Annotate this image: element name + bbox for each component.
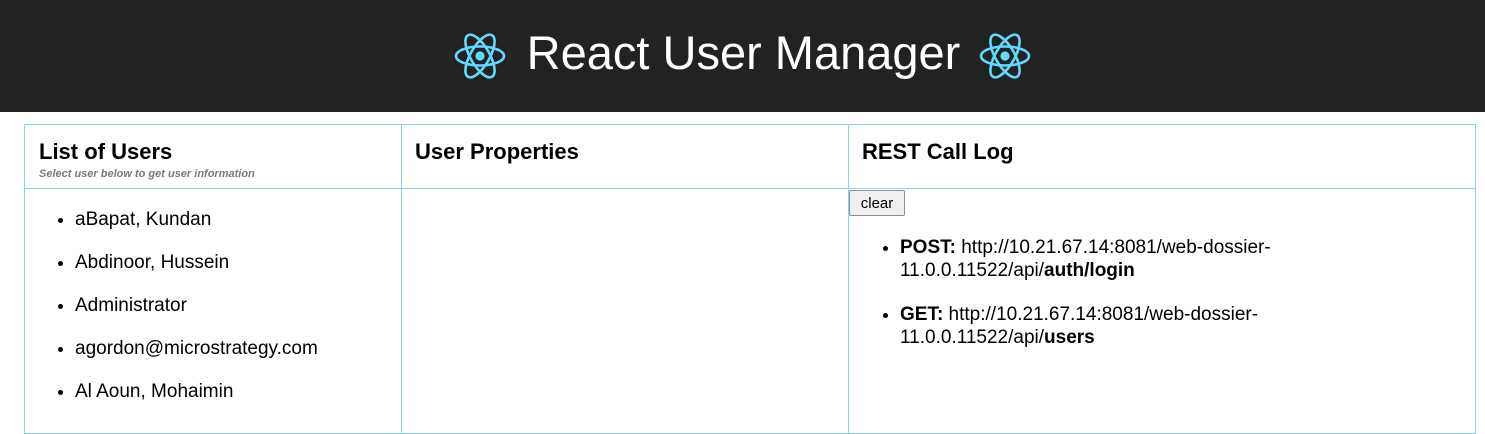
- app-header: React User Manager: [0, 0, 1485, 112]
- log-method: POST:: [900, 237, 956, 258]
- log-column-header: REST Call Log: [849, 125, 1475, 189]
- user-list-item[interactable]: aBapat, Kundan: [75, 209, 318, 231]
- properties-title: User Properties: [415, 139, 579, 164]
- users-column: List of Users Select user below to get u…: [25, 125, 402, 433]
- users-subtitle: Select user below to get user informatio…: [39, 168, 255, 180]
- log-method: GET:: [900, 304, 944, 325]
- log-entry: GET: http://10.21.67.14:8081/web-dossier…: [900, 303, 1300, 349]
- user-list: aBapat, Kundan Abdinoor, Hussein Adminis…: [25, 209, 318, 424]
- users-title: List of Users: [39, 139, 173, 164]
- log-endpoint: auth/login: [1044, 260, 1135, 281]
- log-column: REST Call Log clear POST: http://10.21.6…: [849, 125, 1475, 433]
- log-title: REST Call Log: [862, 139, 1014, 164]
- clear-log-button[interactable]: clear: [849, 190, 905, 216]
- log-list: POST: http://10.21.67.14:8081/web-dossie…: [849, 236, 1349, 370]
- users-column-header: List of Users Select user below to get u…: [25, 125, 401, 189]
- user-list-item[interactable]: Al Aoun, Mohaimin: [75, 381, 318, 403]
- main-grid: List of Users Select user below to get u…: [24, 124, 1476, 434]
- user-list-item[interactable]: agordon@microstrategy.com: [75, 338, 318, 360]
- react-atom-icon: [978, 28, 1032, 84]
- user-list-item[interactable]: Administrator: [75, 295, 318, 317]
- react-atom-icon: [453, 28, 507, 84]
- log-endpoint: users: [1044, 327, 1095, 348]
- user-list-item[interactable]: Abdinoor, Hussein: [75, 252, 318, 274]
- app-title: React User Manager: [526, 25, 961, 79]
- properties-column: User Properties: [402, 125, 849, 433]
- log-entry: POST: http://10.21.67.14:8081/web-dossie…: [900, 236, 1300, 282]
- properties-column-header: User Properties: [402, 125, 848, 189]
